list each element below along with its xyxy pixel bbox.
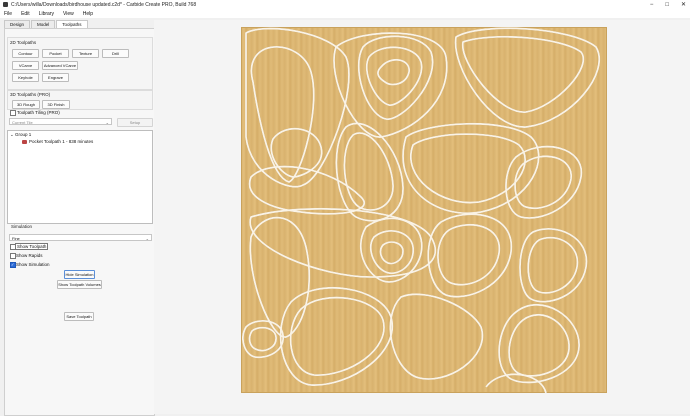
shape-center-triangle — [335, 122, 404, 222]
toolpath-tree: ⌄ Group 1 Pocket Toolpath 1 - 838 minute… — [7, 130, 153, 224]
toolpaths-panel: 2D Toolpaths Contour Pocket Texture Dril… — [4, 28, 155, 416]
section-3d-toolpaths: 3D Toolpaths (PRO) 3D Rough 3D Finish — [7, 90, 153, 110]
simulation-quality-select[interactable]: Fine ⌄ — [9, 234, 152, 241]
shape-top-center-1 — [357, 35, 434, 120]
minimize-icon[interactable]: − — [650, 2, 654, 8]
3d-rough-button[interactable]: 3D Rough — [12, 100, 40, 109]
shape-top-center-3 — [377, 58, 410, 86]
close-icon[interactable]: ✕ — [681, 1, 686, 8]
hide-simulation-button[interactable]: Hide Simulation — [64, 270, 95, 279]
chevron-down-icon: ⌄ — [105, 120, 109, 125]
current-tile-value: Current Tile — [12, 120, 33, 125]
drill-button[interactable]: Drill — [102, 49, 129, 58]
vcarve-button[interactable]: VCarve — [12, 61, 39, 70]
simulation-quality-value: Fine — [12, 236, 20, 241]
shape-mid-center-3 — [379, 241, 404, 265]
pocket-toolpath-icon — [22, 139, 27, 144]
chevron-down-icon: ⌄ — [145, 236, 149, 241]
engrave-button[interactable]: Engrave — [42, 73, 69, 82]
shape-bottom-center — [279, 286, 394, 386]
shape-bottom-left-circle-inner — [248, 326, 277, 352]
show-toolpath-volumes-button[interactable]: Show Toolpath Volumes — [57, 280, 102, 289]
contour-button[interactable]: Contour — [12, 49, 39, 58]
toolpath-item-label: Pocket Toolpath 1 - 838 minutes — [29, 139, 94, 144]
toolpath-tiling-checkbox[interactable] — [10, 110, 16, 116]
shape-right-top-inner — [514, 155, 572, 210]
shape-center-oval-inner — [410, 133, 526, 204]
advanced-vcarve-button[interactable]: Advanced VCarve — [42, 61, 78, 70]
section-2d-toolpaths: 2D Toolpaths Contour Pocket Texture Dril… — [7, 37, 153, 90]
show-rapids-label: Show Rapids — [16, 253, 43, 258]
menu-file[interactable]: File — [4, 11, 12, 17]
shape-drop-small — [270, 127, 323, 178]
group-label: Group 1 — [15, 132, 32, 137]
toolpath-tiling-label: Toolpath Tiling (PRO) — [17, 110, 60, 115]
setup-button[interactable]: Setup — [117, 118, 153, 127]
toolpath-simulation — [242, 27, 601, 393]
show-simulation-label: Show Simulation — [16, 262, 50, 267]
tree-group[interactable]: ⌄ Group 1 — [10, 132, 31, 138]
maximize-icon[interactable]: □ — [665, 2, 669, 8]
mode-tabs: Design Model Toolpaths — [4, 20, 89, 29]
3d-finish-button[interactable]: 3D Finish — [42, 100, 70, 109]
tab-design[interactable]: Design — [4, 20, 31, 28]
expand-icon[interactable]: ⌄ — [10, 132, 14, 137]
window-title: C:/Users/willa/Downloads/birdhouse updat… — [11, 1, 197, 8]
shape-bottom-left-drop — [249, 216, 311, 338]
save-toolpath-button[interactable]: Save Toolpath — [64, 312, 94, 321]
menu-edit[interactable]: Edit — [21, 11, 30, 17]
menu-help[interactable]: Help — [83, 11, 93, 17]
toolpath-item[interactable]: Pocket Toolpath 1 - 838 minutes — [22, 139, 93, 144]
title-bar: C:/Users/willa/Downloads/birdhouse updat… — [0, 0, 690, 9]
tab-model[interactable]: Model — [31, 20, 56, 28]
keyhole-button[interactable]: Keyhole — [12, 73, 39, 82]
carved-shapes — [242, 27, 601, 393]
shape-top-left-outer — [245, 27, 350, 188]
shape-bottom-right — [498, 303, 580, 384]
section-label-3d: 3D Toolpaths (PRO) — [10, 92, 51, 97]
simulation-label: Simulation — [11, 224, 33, 229]
shape-center-triangle-inner — [343, 132, 394, 211]
shape-mid-center-2 — [369, 230, 414, 275]
shape-mid-right-oval-inner — [437, 223, 501, 286]
menu-library[interactable]: Library — [39, 11, 54, 17]
shape-bottom-right-inner — [508, 314, 570, 377]
texture-button[interactable]: Texture — [72, 49, 99, 58]
shape-bottom-middle — [389, 293, 484, 380]
shape-right-mid-inner — [527, 236, 579, 294]
pocket-button[interactable]: Pocket — [42, 49, 69, 58]
current-tile-select[interactable]: Current Tile ⌄ — [9, 118, 112, 125]
section-label-2d: 2D Toolpaths — [10, 40, 37, 45]
shape-top-center-2 — [366, 46, 423, 106]
show-toolpath-label[interactable]: Show Toolpath — [15, 243, 49, 250]
app-icon — [3, 2, 8, 7]
menu-view[interactable]: View — [63, 11, 74, 17]
menu-bar: File Edit Library View Help — [0, 9, 690, 18]
shape-bottom-right-edge — [485, 373, 547, 393]
shape-top-left — [250, 46, 315, 183]
